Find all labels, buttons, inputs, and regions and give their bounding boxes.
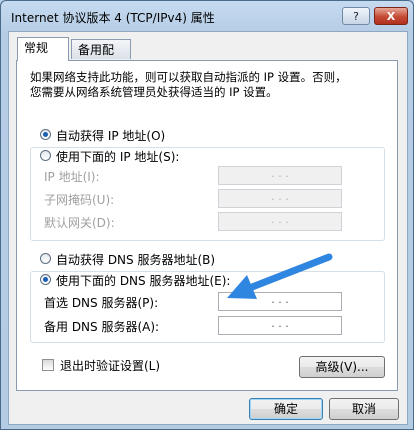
annotation-arrow-shaft: [243, 253, 333, 293]
auto-ip-label[interactable]: 自动获得 IP 地址(O): [56, 127, 165, 144]
help-button[interactable]: ?: [342, 7, 370, 25]
tab-general[interactable]: 常规: [17, 37, 69, 61]
alternate-dns-label: 备用 DNS 服务器(A):: [44, 320, 160, 334]
cancel-button[interactable]: 取消: [329, 398, 399, 420]
close-button[interactable]: X: [374, 7, 408, 25]
description-line-1: 如果网络支持此功能，则可以获取自动指派的 IP 设置。否则，: [30, 70, 347, 84]
validate-on-exit-label[interactable]: 退出时验证设置(L): [60, 357, 160, 374]
auto-dns-label[interactable]: 自动获得 DNS 服务器地址(B): [56, 251, 215, 268]
title-bar[interactable]: Internet 协议版本 4 (TCP/IPv4) 属性 ? X: [1, 1, 413, 31]
default-gateway-label: 默认网关(D):: [44, 216, 115, 230]
manual-ip-radio[interactable]: [40, 150, 51, 161]
tab-panel-general: 如果网络支持此功能，则可以获取自动指派的 IP 设置。否则， 您需要从网络系统管…: [16, 60, 398, 391]
ip-address-label: IP 地址(I):: [44, 170, 100, 184]
description-line-2: 您需要从网络系统管理员处获得适当的 IP 设置。: [30, 85, 278, 99]
ok-button[interactable]: 确定: [249, 398, 323, 420]
preferred-dns-label: 首选 DNS 服务器(P):: [44, 296, 159, 310]
default-gateway-input[interactable]: . . .: [218, 212, 342, 231]
window-title: Internet 协议版本 4 (TCP/IPv4) 属性: [11, 11, 215, 25]
manual-ip-label[interactable]: 使用下面的 IP 地址(S):: [56, 148, 183, 165]
validate-on-exit-checkbox[interactable]: [42, 359, 54, 371]
manual-dns-label[interactable]: 使用下面的 DNS 服务器地址(E):: [56, 272, 234, 289]
subnet-mask-label: 子网掩码(U):: [44, 193, 115, 207]
tab-alternate-config[interactable]: 备用配置: [71, 39, 131, 77]
auto-dns-radio[interactable]: [40, 253, 51, 264]
auto-ip-radio[interactable]: [40, 129, 51, 140]
manual-dns-radio[interactable]: [40, 274, 51, 285]
subnet-mask-input[interactable]: . . .: [218, 189, 342, 208]
annotation-arrow-icon: [227, 253, 333, 299]
alternate-dns-input[interactable]: . . .: [218, 316, 342, 335]
watermark-logo: [300, 360, 402, 398]
ip-address-input[interactable]: . . .: [218, 166, 342, 185]
